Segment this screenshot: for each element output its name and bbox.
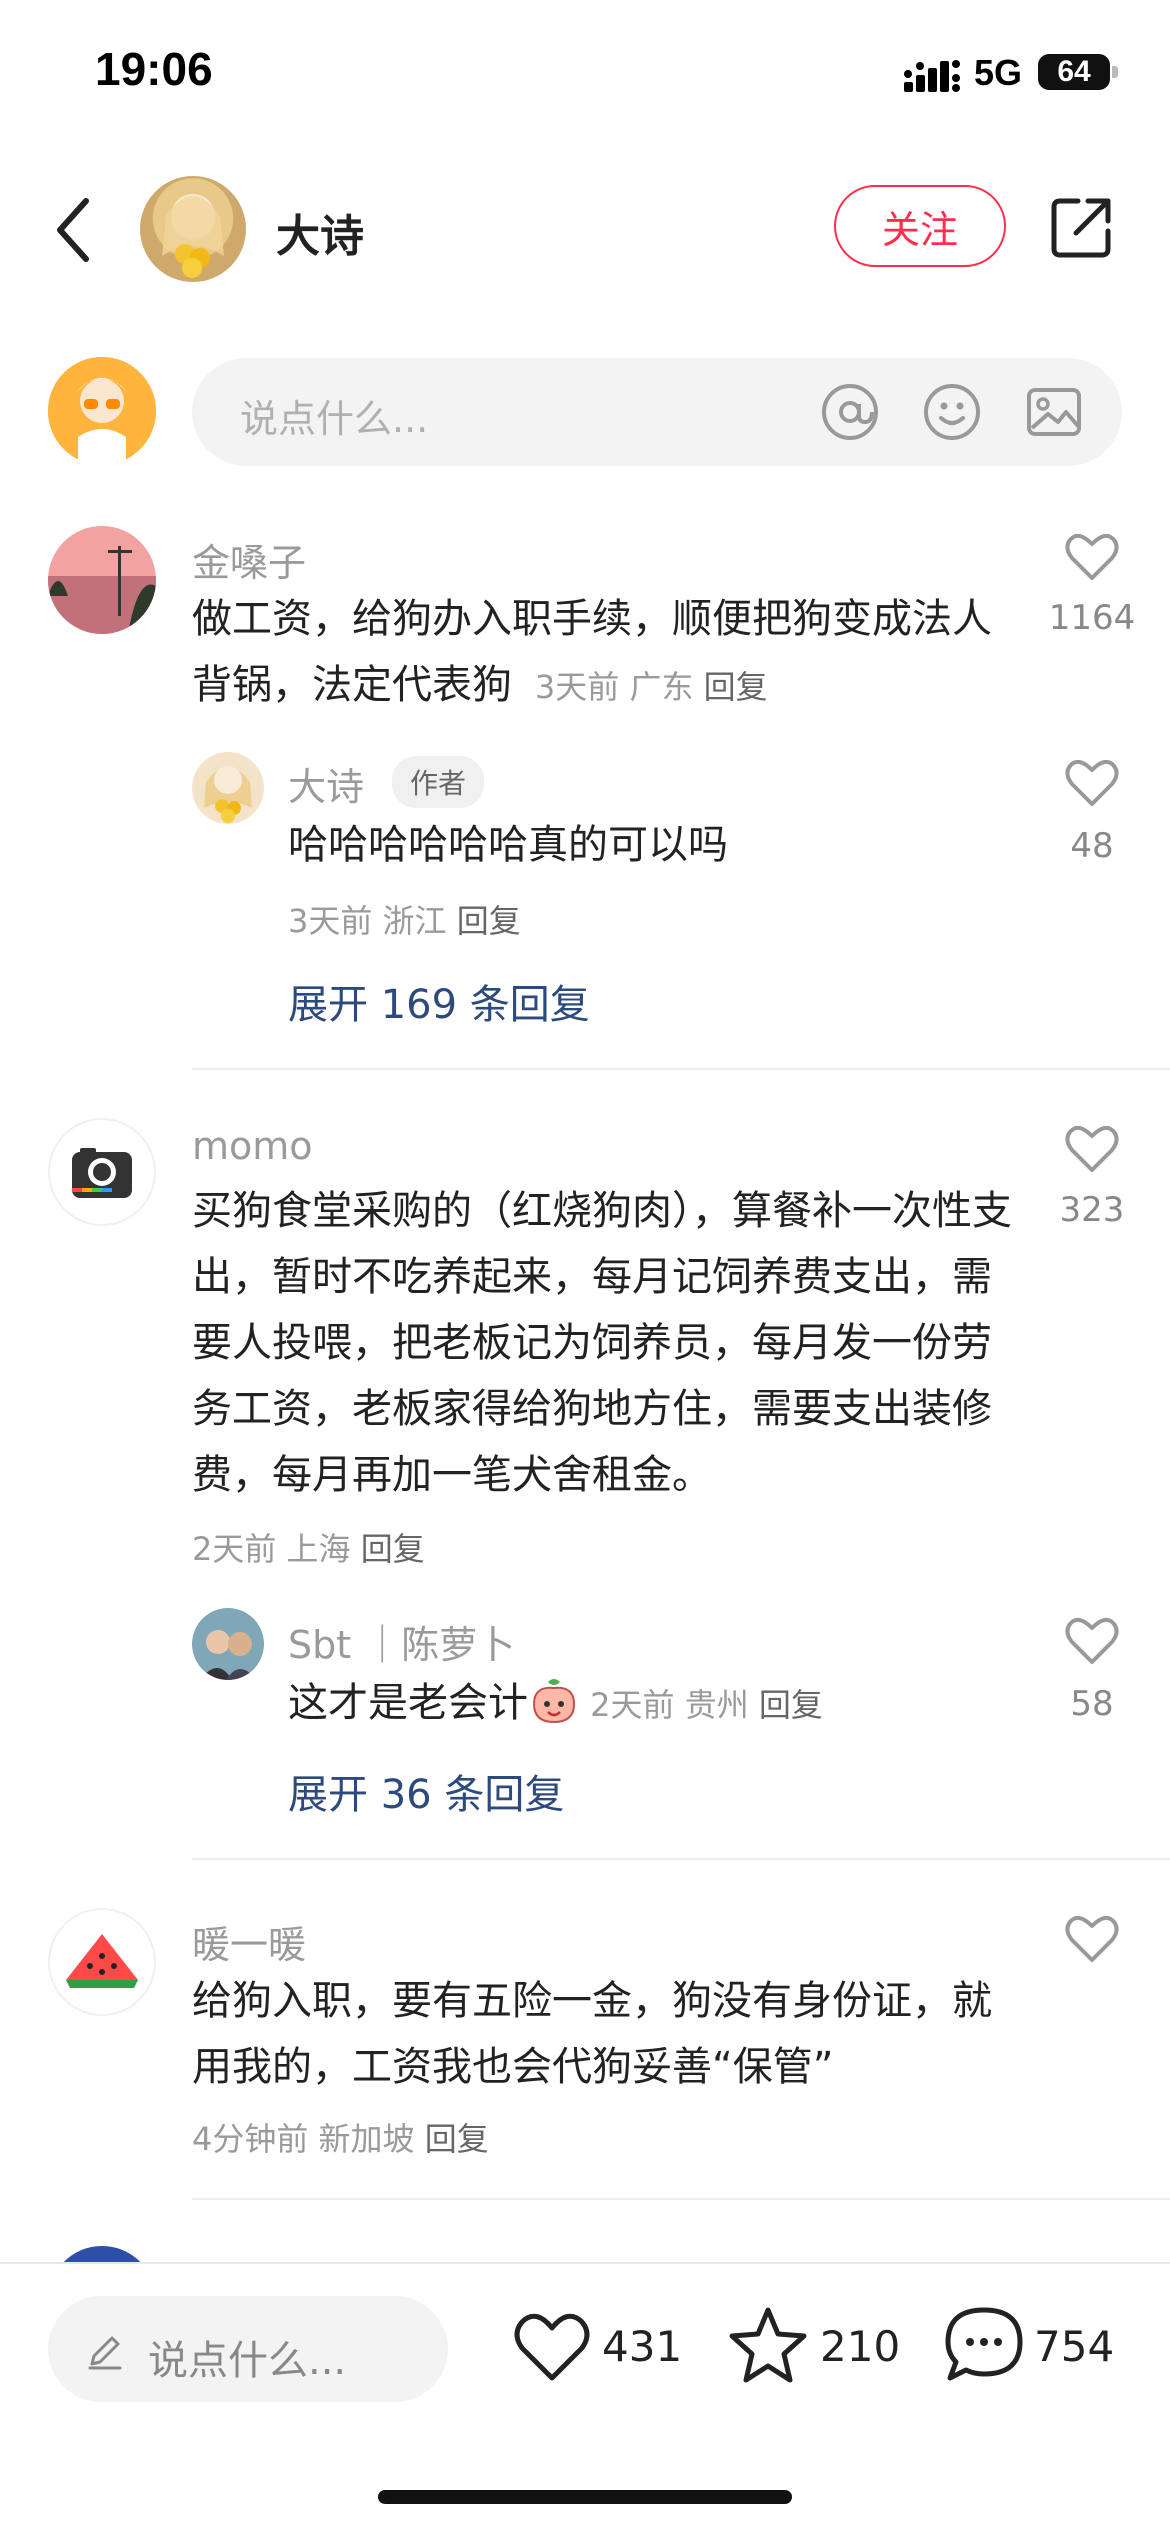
reply-text[interactable]: 哈哈哈哈哈哈真的可以吗: [288, 812, 1008, 878]
comment-bubble-icon[interactable]: [944, 2306, 1024, 2384]
divider: [192, 1858, 1170, 1860]
my-avatar[interactable]: [48, 357, 156, 465]
at-icon[interactable]: [820, 382, 880, 442]
comment-meta: 3天前 广东 回复: [525, 668, 768, 706]
commenter-avatar[interactable]: [48, 1118, 156, 1226]
comment-username[interactable]: 暖一暖: [192, 1914, 306, 1969]
like-icon[interactable]: [1064, 1912, 1120, 1964]
like-count: 48: [1070, 826, 1114, 866]
battery-tip: [1112, 66, 1118, 78]
comment-input-placeholder: 说点什么...: [240, 397, 429, 441]
like-icon[interactable]: [1064, 1614, 1120, 1666]
reply-username[interactable]: 大诗: [288, 756, 364, 811]
divider: [192, 2198, 1170, 2200]
comment-meta: 4分钟前 新加坡 回复: [192, 2114, 489, 2160]
author-badge: 作者: [392, 756, 485, 808]
comment-text[interactable]: 买狗食堂采购的（红烧狗肉），算餐补一次性支出，暂时不吃养起来，每月记饲养费支出，…: [192, 1178, 1012, 1508]
comment-text[interactable]: 给狗入职，要有五险一金，狗没有身份证，就用我的，工资我也会代狗妥善“保管”: [192, 1968, 992, 2100]
share-icon[interactable]: [1050, 195, 1114, 259]
like-icon[interactable]: [1064, 530, 1120, 582]
like-count: 1164: [1048, 598, 1136, 638]
back-icon[interactable]: [50, 195, 100, 265]
comment-time: 3天前: [534, 668, 620, 706]
reply-time: 3天前: [288, 902, 373, 940]
expand-replies-button[interactable]: 展开 36 条回复: [288, 1762, 564, 1820]
bottom-input-placeholder: 说点什么...: [148, 2338, 347, 2384]
comment-location: 广东: [629, 668, 694, 706]
bottom-divider: [0, 2262, 1170, 2264]
reply-link[interactable]: 回复: [457, 902, 521, 940]
like-count: 58: [1070, 1684, 1114, 1724]
follow-button[interactable]: 关注: [834, 185, 1006, 267]
battery-icon: 64: [1038, 54, 1110, 90]
star-total: 210: [820, 2322, 901, 2371]
comment-meta: 2天前 上海 回复: [192, 1524, 425, 1570]
image-icon[interactable]: [1024, 382, 1084, 442]
reply-link[interactable]: 回复: [759, 1686, 823, 1724]
author-name[interactable]: 大诗: [276, 200, 364, 264]
battery-level: 64: [1057, 55, 1091, 88]
reply-link[interactable]: 回复: [704, 668, 768, 706]
home-indicator: [378, 2490, 792, 2504]
peach-emoji-icon: [532, 1679, 576, 1724]
reply-username[interactable]: Sbt ｜陈萝卜: [288, 1614, 515, 1669]
like-icon[interactable]: [1064, 756, 1120, 808]
reply-text[interactable]: 这才是老会计 2天前 贵州 回复: [288, 1670, 1028, 1738]
network-type: 5G: [974, 52, 1023, 93]
reply-avatar[interactable]: [192, 752, 264, 824]
commenter-avatar[interactable]: [48, 1908, 156, 2016]
reply-avatar[interactable]: [192, 1608, 264, 1680]
comment-text[interactable]: 做工资，给狗办入职手续，顺便把狗变成法人背锅，法定代表狗 3天前 广东 回复: [192, 586, 1012, 720]
reply-link[interactable]: 回复: [361, 1530, 425, 1568]
like-icon[interactable]: [1064, 1122, 1120, 1174]
reply-time: 2天前: [590, 1686, 675, 1724]
star-icon[interactable]: [728, 2306, 808, 2384]
reply-link[interactable]: 回复: [425, 2120, 489, 2158]
reply-meta: 3天前 浙江 回复: [288, 896, 521, 942]
like-icon[interactable]: [512, 2310, 592, 2384]
reply-location: 贵州: [684, 1686, 749, 1724]
comment-username[interactable]: momo: [192, 1124, 313, 1168]
comment-time: 2天前: [192, 1530, 277, 1568]
comment-location: 新加坡: [318, 2120, 415, 2158]
reply-meta: 2天前 贵州 回复: [580, 1686, 823, 1724]
pencil-icon: [88, 2336, 122, 2370]
author-avatar[interactable]: [140, 176, 246, 282]
comment-location: 上海: [286, 1530, 351, 1568]
comment-total: 754: [1034, 2322, 1115, 2371]
reply-body: 这才是老会计: [288, 1680, 528, 1726]
status-time: 19:06: [95, 43, 213, 95]
signal-icon: [904, 60, 960, 92]
comment-time: 4分钟前: [192, 2120, 309, 2158]
emoji-icon[interactable]: [922, 382, 982, 442]
expand-replies-button[interactable]: 展开 169 条回复: [288, 972, 590, 1030]
like-total: 431: [602, 2322, 683, 2371]
commenter-avatar[interactable]: [48, 526, 156, 634]
reply-location: 浙江: [382, 902, 447, 940]
divider: [192, 1068, 1170, 1070]
like-count: 323: [1059, 1190, 1125, 1230]
comment-username[interactable]: 金嗓子: [192, 532, 306, 587]
